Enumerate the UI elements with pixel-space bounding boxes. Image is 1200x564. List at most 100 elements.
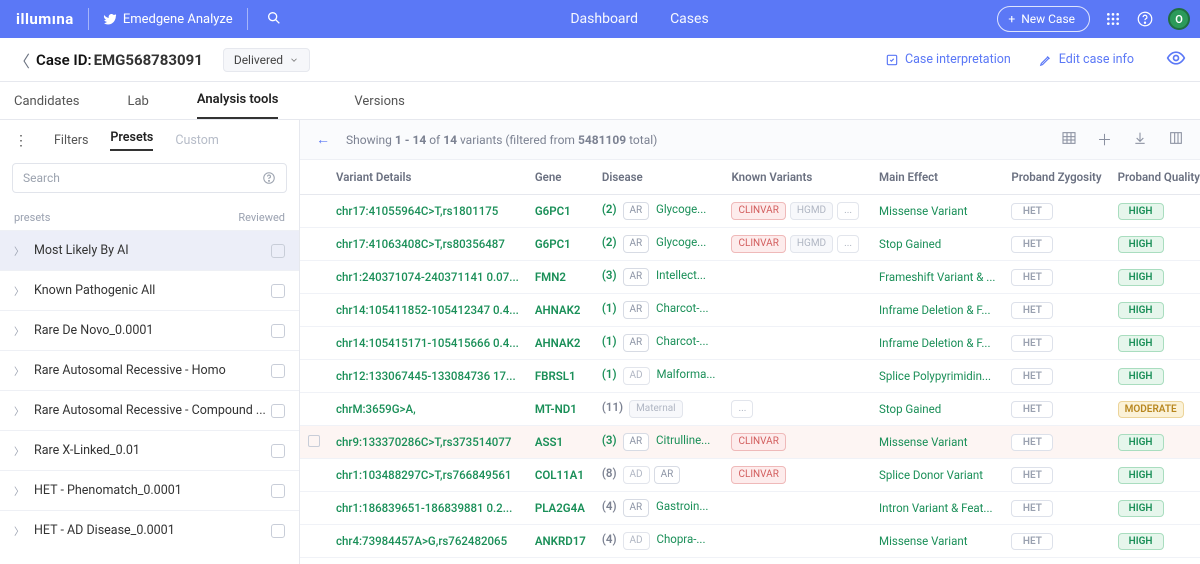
more-tags-icon[interactable]: ... — [837, 202, 859, 220]
preset-reviewed-checkbox[interactable] — [271, 284, 285, 298]
gene-link[interactable]: G6PC1 — [535, 237, 571, 251]
col-proband-quality[interactable]: Proband Quality.. — [1110, 160, 1200, 195]
tab-analysis-tools[interactable]: Analysis tools — [197, 92, 279, 119]
download-icon[interactable] — [1132, 130, 1148, 150]
preset-search-input[interactable]: Search — [12, 163, 287, 193]
variant-details-link[interactable]: chr14:105415171-105415666 0.4... — [336, 336, 519, 350]
variant-details-link[interactable]: chr1:103488297C>T,rs766849561 — [336, 468, 511, 482]
disease-link[interactable]: Glycoge... — [656, 202, 706, 216]
gene-link[interactable]: AHNAK2 — [535, 336, 581, 350]
variant-details-link[interactable]: chr9:133370286C>T,rs373514077 — [336, 435, 511, 449]
nav-dashboard[interactable]: Dashboard — [570, 11, 638, 27]
preset-reviewed-checkbox[interactable] — [271, 444, 285, 458]
preset-reviewed-checkbox[interactable] — [271, 484, 285, 498]
table-row[interactable]: chrM:3659G>A,MT-ND1(11)Maternal ...Stop … — [300, 393, 1200, 426]
variant-details-link[interactable]: chr4:73984457A>G,rs762482065 — [336, 534, 507, 548]
apps-grid-icon[interactable] — [1104, 10, 1122, 28]
preset-reviewed-checkbox[interactable] — [271, 364, 285, 378]
col-main-effect[interactable]: Main Effect — [871, 160, 1003, 195]
disease-count: (1) — [602, 301, 617, 315]
disease-link[interactable]: Intellect... — [656, 268, 706, 282]
preset-item[interactable]: 〉Known Pathogenic All — [0, 270, 299, 310]
watch-icon[interactable] — [1166, 48, 1186, 72]
variant-details-link[interactable]: chr1:186839651-186839881 0.2... — [336, 501, 512, 515]
sidebar-tab-presets[interactable]: Presets — [110, 130, 153, 151]
table-view-icon[interactable] — [1061, 130, 1077, 150]
columns-icon[interactable] — [1168, 130, 1184, 150]
disease-link[interactable]: Malforma... — [656, 367, 715, 381]
preset-item[interactable]: 〉Rare Autosomal Recessive - Compound ... — [0, 390, 299, 430]
new-case-button[interactable]: + New Case — [997, 6, 1090, 32]
tab-versions[interactable]: Versions — [354, 94, 404, 119]
variant-details-link[interactable]: chrM:3659G>A, — [336, 402, 416, 416]
col-known-variants[interactable]: Known Variants — [723, 160, 871, 195]
nav-cases[interactable]: Cases — [670, 11, 709, 27]
back-icon[interactable]: 〈 — [14, 48, 30, 72]
disease-link[interactable]: Glycoge... — [656, 235, 706, 249]
preset-item[interactable]: 〉Rare Autosomal Recessive - Homo — [0, 350, 299, 390]
col-proband-zygosity[interactable]: Proband Zygosity — [1003, 160, 1109, 195]
preset-reviewed-checkbox[interactable] — [271, 244, 285, 258]
more-tags-icon[interactable]: ... — [837, 235, 859, 253]
case-status-dropdown[interactable]: Delivered — [223, 48, 310, 72]
user-avatar[interactable]: O — [1168, 8, 1190, 30]
edit-case-info-link[interactable]: Edit case info — [1039, 52, 1134, 67]
table-row[interactable]: chr17:41055964C>T,rs1801175G6PC1(2)AR Gl… — [300, 195, 1200, 228]
global-search-icon[interactable] — [266, 10, 282, 29]
table-row[interactable]: chr12:133067445-133084736 17...FBRSL1(1)… — [300, 360, 1200, 393]
disease-link[interactable]: Gastroin... — [656, 499, 708, 513]
collapse-sidebar-icon[interactable]: ← — [316, 131, 330, 148]
gene-link[interactable]: ANKRD17 — [535, 534, 586, 548]
disease-link[interactable]: Charcot-... — [656, 334, 708, 348]
preset-item[interactable]: 〉Most Likely By AI — [0, 230, 299, 270]
gene-link[interactable]: MT-ND1 — [535, 402, 577, 416]
case-interpretation-link[interactable]: Case interpretation — [885, 52, 1011, 67]
table-row[interactable]: chr1:103488297C>T,rs766849561COL11A1(8)A… — [300, 459, 1200, 492]
gene-link[interactable]: FMN2 — [535, 270, 566, 284]
table-row[interactable]: chr17:41063408C>T,rs80356487G6PC1(2)AR G… — [300, 228, 1200, 261]
more-tags-icon[interactable]: ... — [731, 400, 753, 418]
gene-link[interactable]: FBRSL1 — [535, 369, 576, 383]
table-row[interactable]: chr1:186839651-186839881 0.2...PLA2G4A(4… — [300, 492, 1200, 525]
sidebar-tab-custom[interactable]: Custom — [175, 133, 219, 148]
variant-details-link[interactable]: chr12:133067445-133084736 17... — [336, 369, 516, 383]
disease-link[interactable]: Chopra-... — [656, 532, 705, 546]
row-checkbox[interactable] — [308, 435, 320, 447]
col-disease[interactable]: Disease — [594, 160, 724, 195]
tab-candidates[interactable]: Candidates — [14, 94, 79, 119]
sidebar-tab-filters[interactable]: Filters — [54, 133, 88, 148]
table-row[interactable]: chr4:73984457A>G,rs762482065ANKRD17(4)AD… — [300, 525, 1200, 558]
col-variant[interactable]: Variant Details — [328, 160, 527, 195]
gene-link[interactable]: COL11A1 — [535, 468, 584, 482]
preset-item[interactable]: 〉HET - Phenomatch_0.0001 — [0, 470, 299, 510]
brand-product[interactable]: Emedgene Analyze — [103, 12, 233, 27]
preset-reviewed-checkbox[interactable] — [271, 524, 285, 538]
table-row[interactable]: chr14:105411852-105412347 0.4... AHNAK2 (1… — [300, 294, 1200, 327]
table-row[interactable]: chr1:240371074-240371141 0.07...FMN2(3)A… — [300, 261, 1200, 294]
table-row[interactable]: chr9:133370286C>T,rs373514077ASS1(3)AR C… — [300, 426, 1200, 459]
table-row[interactable]: chr14:105415171-105415666 0.4...AHNAK2(1… — [300, 327, 1200, 360]
preset-item[interactable]: 〉Rare De Novo_0.0001 — [0, 310, 299, 350]
main-effect-text: Stop Gained — [879, 402, 941, 416]
gene-link[interactable]: AHNAK2 — [535, 303, 581, 317]
more-icon[interactable]: ⋮ — [14, 133, 28, 149]
disease-link[interactable]: Charcot-... — [656, 301, 708, 315]
table-row[interactable]: chr3:170725020C>T,rs144822218SLC2A2(5)AD… — [300, 558, 1200, 564]
variant-details-link[interactable]: chr17:41055964C>T,rs1801175 — [336, 204, 498, 218]
help-icon[interactable] — [1136, 10, 1154, 28]
disease-link[interactable]: Citrulline... — [656, 433, 710, 447]
gene-link[interactable]: ASS1 — [535, 435, 563, 449]
variant-details-link[interactable]: chr17:41063408C>T,rs80356487 — [336, 237, 505, 251]
gene-link[interactable]: PLA2G4A — [535, 501, 585, 515]
variant-details-link[interactable]: chr1:240371074-240371141 0.07... — [336, 270, 519, 284]
preset-item[interactable]: 〉Rare X-Linked_0.01 — [0, 430, 299, 470]
add-column-icon[interactable]: ＋ — [1097, 129, 1112, 150]
preset-reviewed-checkbox[interactable] — [271, 404, 285, 418]
preset-reviewed-checkbox[interactable] — [271, 324, 285, 338]
preset-item[interactable]: 〉HET - AD Disease_0.0001 — [0, 510, 299, 550]
variants-table-wrapper[interactable]: Variant Details Gene Disease Known Varia… — [300, 160, 1200, 564]
gene-link[interactable]: G6PC1 — [535, 204, 571, 218]
col-gene[interactable]: Gene — [527, 160, 594, 195]
tab-lab[interactable]: Lab — [127, 94, 148, 119]
variant-details-link[interactable]: chr14:105411852-105412347 0.4... — [336, 303, 519, 317]
